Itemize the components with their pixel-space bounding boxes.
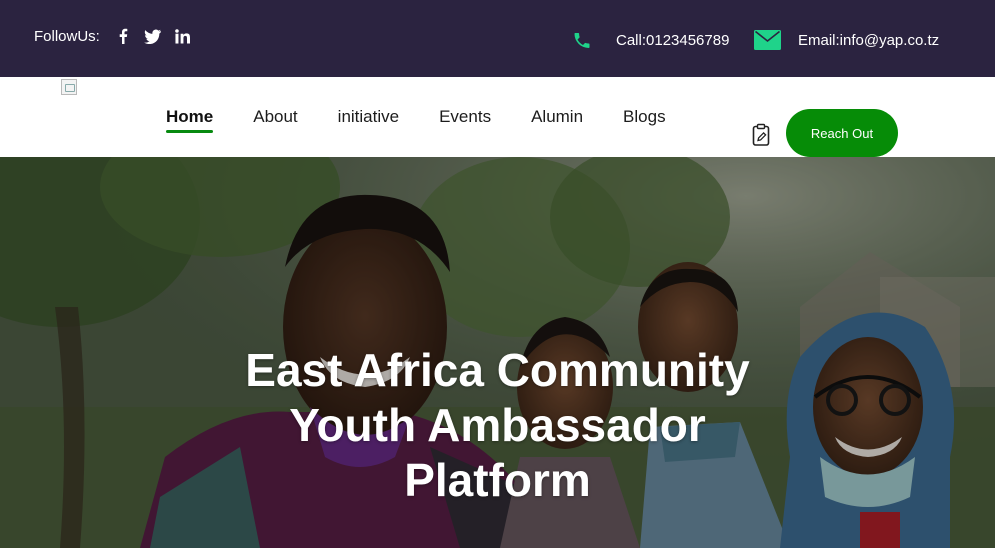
nav-item-about[interactable]: About (253, 107, 297, 132)
hero-title-line: East Africa Community (245, 344, 750, 396)
hero-title-line: Platform (404, 454, 591, 506)
hero-banner: East Africa Community Youth Ambassador P… (0, 157, 995, 548)
primary-menu: Home About initiative Events Alumin Blog… (166, 107, 666, 133)
hero-title: East Africa Community Youth Ambassador P… (150, 343, 845, 508)
nav-item-alumin[interactable]: Alumin (531, 107, 583, 132)
call-text: Call:0123456789 (616, 31, 730, 49)
logo-image[interactable] (61, 79, 77, 95)
top-bar: FollowUs: Call:0123456789 Email:info@yap… (0, 0, 995, 77)
main-navbar: Home About initiative Events Alumin Blog… (0, 77, 995, 157)
nav-item-blogs[interactable]: Blogs (623, 107, 666, 132)
follow-us-label: FollowUs: (34, 27, 100, 45)
follow-us-group: FollowUs: (34, 27, 192, 45)
nav-item-events[interactable]: Events (439, 107, 491, 132)
clipboard-edit-icon[interactable] (751, 123, 771, 147)
reach-out-button[interactable]: Reach Out (786, 109, 898, 157)
hero-title-line: Youth Ambassador (289, 399, 706, 451)
nav-item-initiative[interactable]: initiative (338, 107, 399, 132)
envelope-icon (754, 29, 782, 51)
email-text: Email:info@yap.co.tz (798, 31, 940, 49)
phone-icon (572, 29, 600, 51)
email-contact[interactable]: Email:info@yap.co.tz (754, 29, 939, 51)
call-contact[interactable]: Call:0123456789 (572, 29, 729, 51)
nav-item-home[interactable]: Home (166, 107, 214, 133)
linkedin-icon[interactable] (174, 27, 192, 45)
facebook-icon[interactable] (114, 27, 132, 45)
twitter-icon[interactable] (144, 27, 162, 45)
